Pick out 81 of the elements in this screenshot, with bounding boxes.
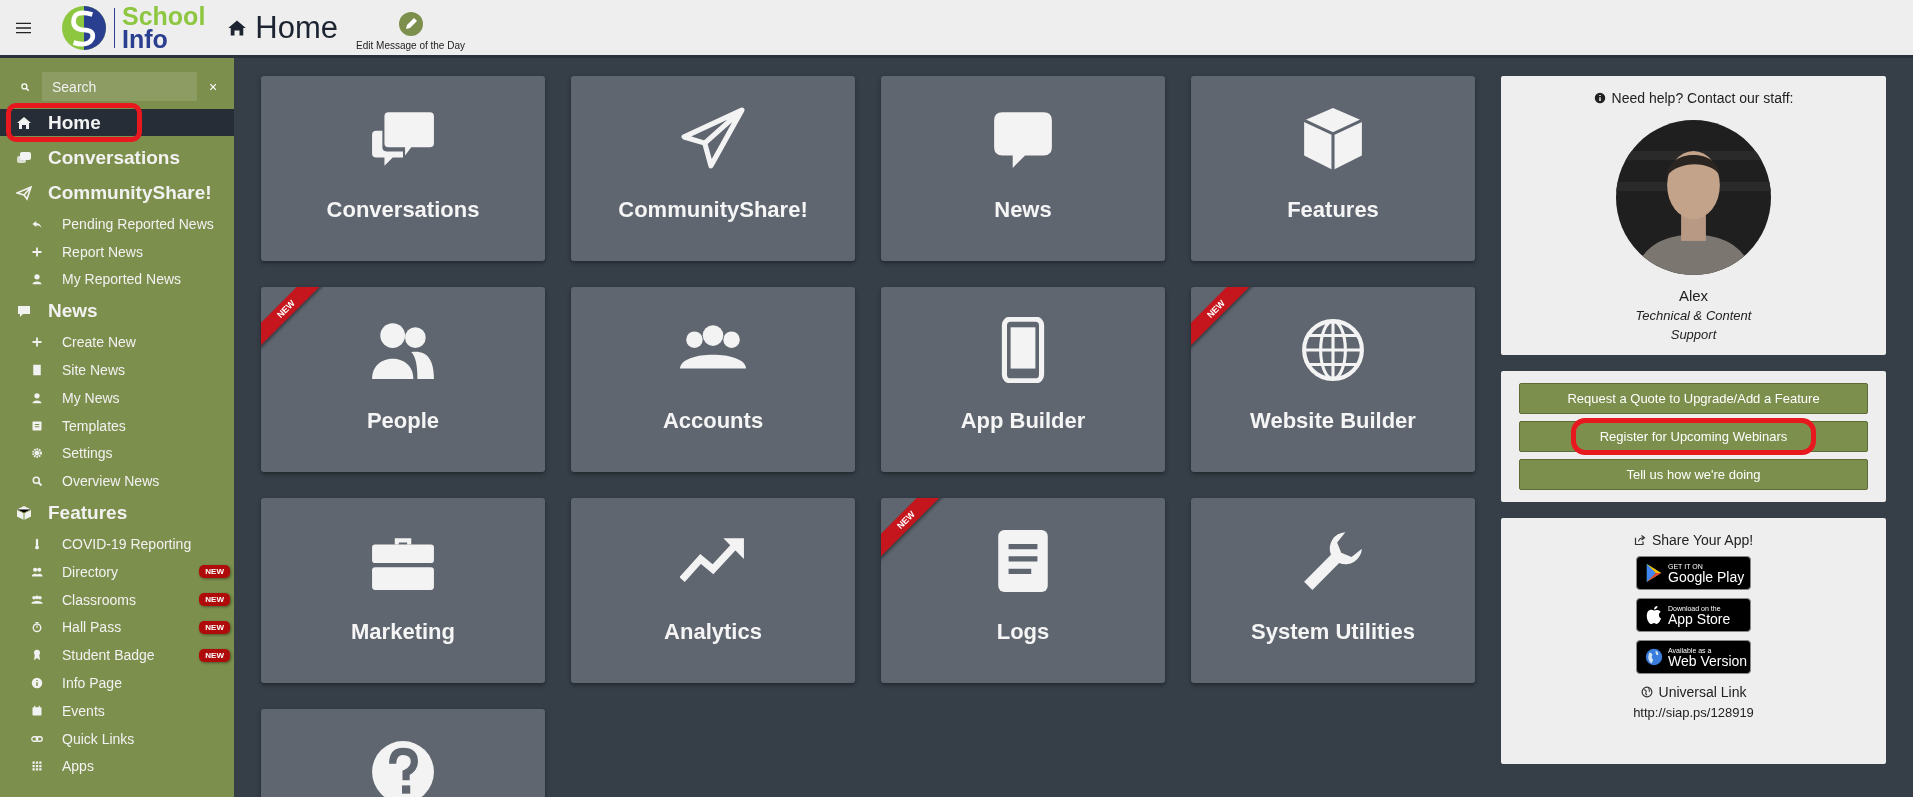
cube-icon <box>16 504 32 521</box>
new-badge: NEW <box>199 593 230 607</box>
person-icon <box>31 273 43 286</box>
nav-subitem[interactable]: Hall Pass NEW <box>0 613 234 642</box>
globe-icon <box>1645 647 1663 667</box>
menu-icon[interactable] <box>16 21 31 34</box>
feature-tile[interactable]: News <box>881 76 1165 261</box>
nav-subitem[interactable]: Info Page <box>0 669 234 697</box>
play-triangle-icon <box>1645 563 1663 583</box>
staff-role: Technical & Content Support <box>1634 307 1753 344</box>
search-icon <box>31 475 43 488</box>
staff-name: Alex <box>1678 287 1709 304</box>
home-icon <box>16 114 32 131</box>
nav-subitem[interactable]: Quick Links <box>0 724 234 753</box>
feature-tile[interactable]: Analytics <box>571 498 855 683</box>
feature-tile[interactable]: System Utilities <box>1191 498 1475 683</box>
edit-message-button[interactable]: Edit Message of the Day <box>356 12 465 51</box>
nav-item[interactable]: News <box>0 293 234 329</box>
settings-icon <box>31 447 43 460</box>
feature-tile[interactable]: Conversations <box>261 76 545 261</box>
person-icon <box>31 391 43 404</box>
search-field[interactable]: Search <box>42 72 197 101</box>
list-icon <box>31 419 43 432</box>
nav-subitem[interactable]: Events <box>0 696 234 725</box>
info-icon <box>31 677 43 690</box>
nav-subitem[interactable]: Create New <box>0 328 234 357</box>
feature-tile[interactable]: Marketing <box>261 498 545 683</box>
people-icon <box>31 565 43 578</box>
share-icon <box>1633 534 1646 546</box>
new-badge: NEW <box>199 565 230 579</box>
search-icon <box>20 81 30 92</box>
nav-subitem[interactable]: My Reported News <box>0 265 234 294</box>
plus-icon <box>31 245 43 258</box>
building-icon <box>31 364 43 377</box>
pencil-icon <box>398 12 423 36</box>
globe-icon <box>1300 317 1366 383</box>
logo-text: Info <box>122 27 168 50</box>
chat-bubbles-icon <box>16 149 32 166</box>
action-button[interactable]: Tell us how we're doing <box>1519 459 1868 490</box>
nav-subitem[interactable]: Student Badge NEW <box>0 641 234 670</box>
nav-subitem[interactable]: Site News <box>0 356 234 384</box>
feature-tile[interactable]: Accounts <box>571 287 855 472</box>
logo-icon <box>61 4 107 51</box>
calendar-icon <box>31 704 43 717</box>
link-label: Universal Link <box>1658 684 1747 700</box>
feature-tile[interactable]: App Builder <box>881 287 1165 472</box>
new-badge: NEW <box>199 620 230 634</box>
feature-tile[interactable]: CommunityShare! <box>571 76 855 261</box>
nav-item[interactable]: CommunityShare! <box>0 175 234 210</box>
action-button[interactable]: Request a Quote to Upgrade/Add a Feature <box>1519 383 1868 414</box>
nav-subitem[interactable]: My News <box>0 384 234 412</box>
group-icon <box>31 593 43 606</box>
nav-subitem[interactable]: Classrooms NEW <box>0 585 234 614</box>
nav-item[interactable]: Features <box>0 495 234 531</box>
nav-item[interactable]: Home <box>0 109 234 136</box>
nav-subitem[interactable]: Directory NEW <box>0 557 234 586</box>
universal-link[interactable]: http://siap.ps/128919 <box>1633 705 1754 720</box>
logo-text: School <box>122 5 206 28</box>
question-icon <box>370 739 436 797</box>
plus-icon <box>31 336 43 349</box>
nav-subitem[interactable]: Templates <box>0 411 234 440</box>
feature-tile[interactable]: Features <box>1191 76 1475 261</box>
nav-subitem[interactable]: Pending Reported News <box>0 210 234 238</box>
nav-subitem[interactable]: COVID-19 Reporting <box>0 530 234 558</box>
page-title: Home <box>255 9 339 46</box>
clear-button[interactable]: × <box>209 78 218 95</box>
apple-icon <box>1645 605 1663 625</box>
paper-plane-icon <box>16 184 32 201</box>
nav-item[interactable]: Conversations <box>0 140 234 175</box>
nav-subitem[interactable]: Apps <box>0 752 234 781</box>
nav-subitem[interactable]: Settings <box>0 439 234 468</box>
medal-icon <box>31 649 43 662</box>
help-heading: Need help? Contact our staff: <box>1611 90 1794 106</box>
globe-icon <box>1640 686 1653 698</box>
info-icon <box>1593 92 1606 104</box>
nav-subitem[interactable]: Overview News <box>0 467 234 496</box>
nav-subitem[interactable]: Report News <box>0 237 234 266</box>
new-badge: NEW <box>199 648 230 662</box>
grid-icon <box>31 760 43 773</box>
share-heading: Share Your App! <box>1651 532 1754 548</box>
stopwatch-icon <box>31 621 43 634</box>
